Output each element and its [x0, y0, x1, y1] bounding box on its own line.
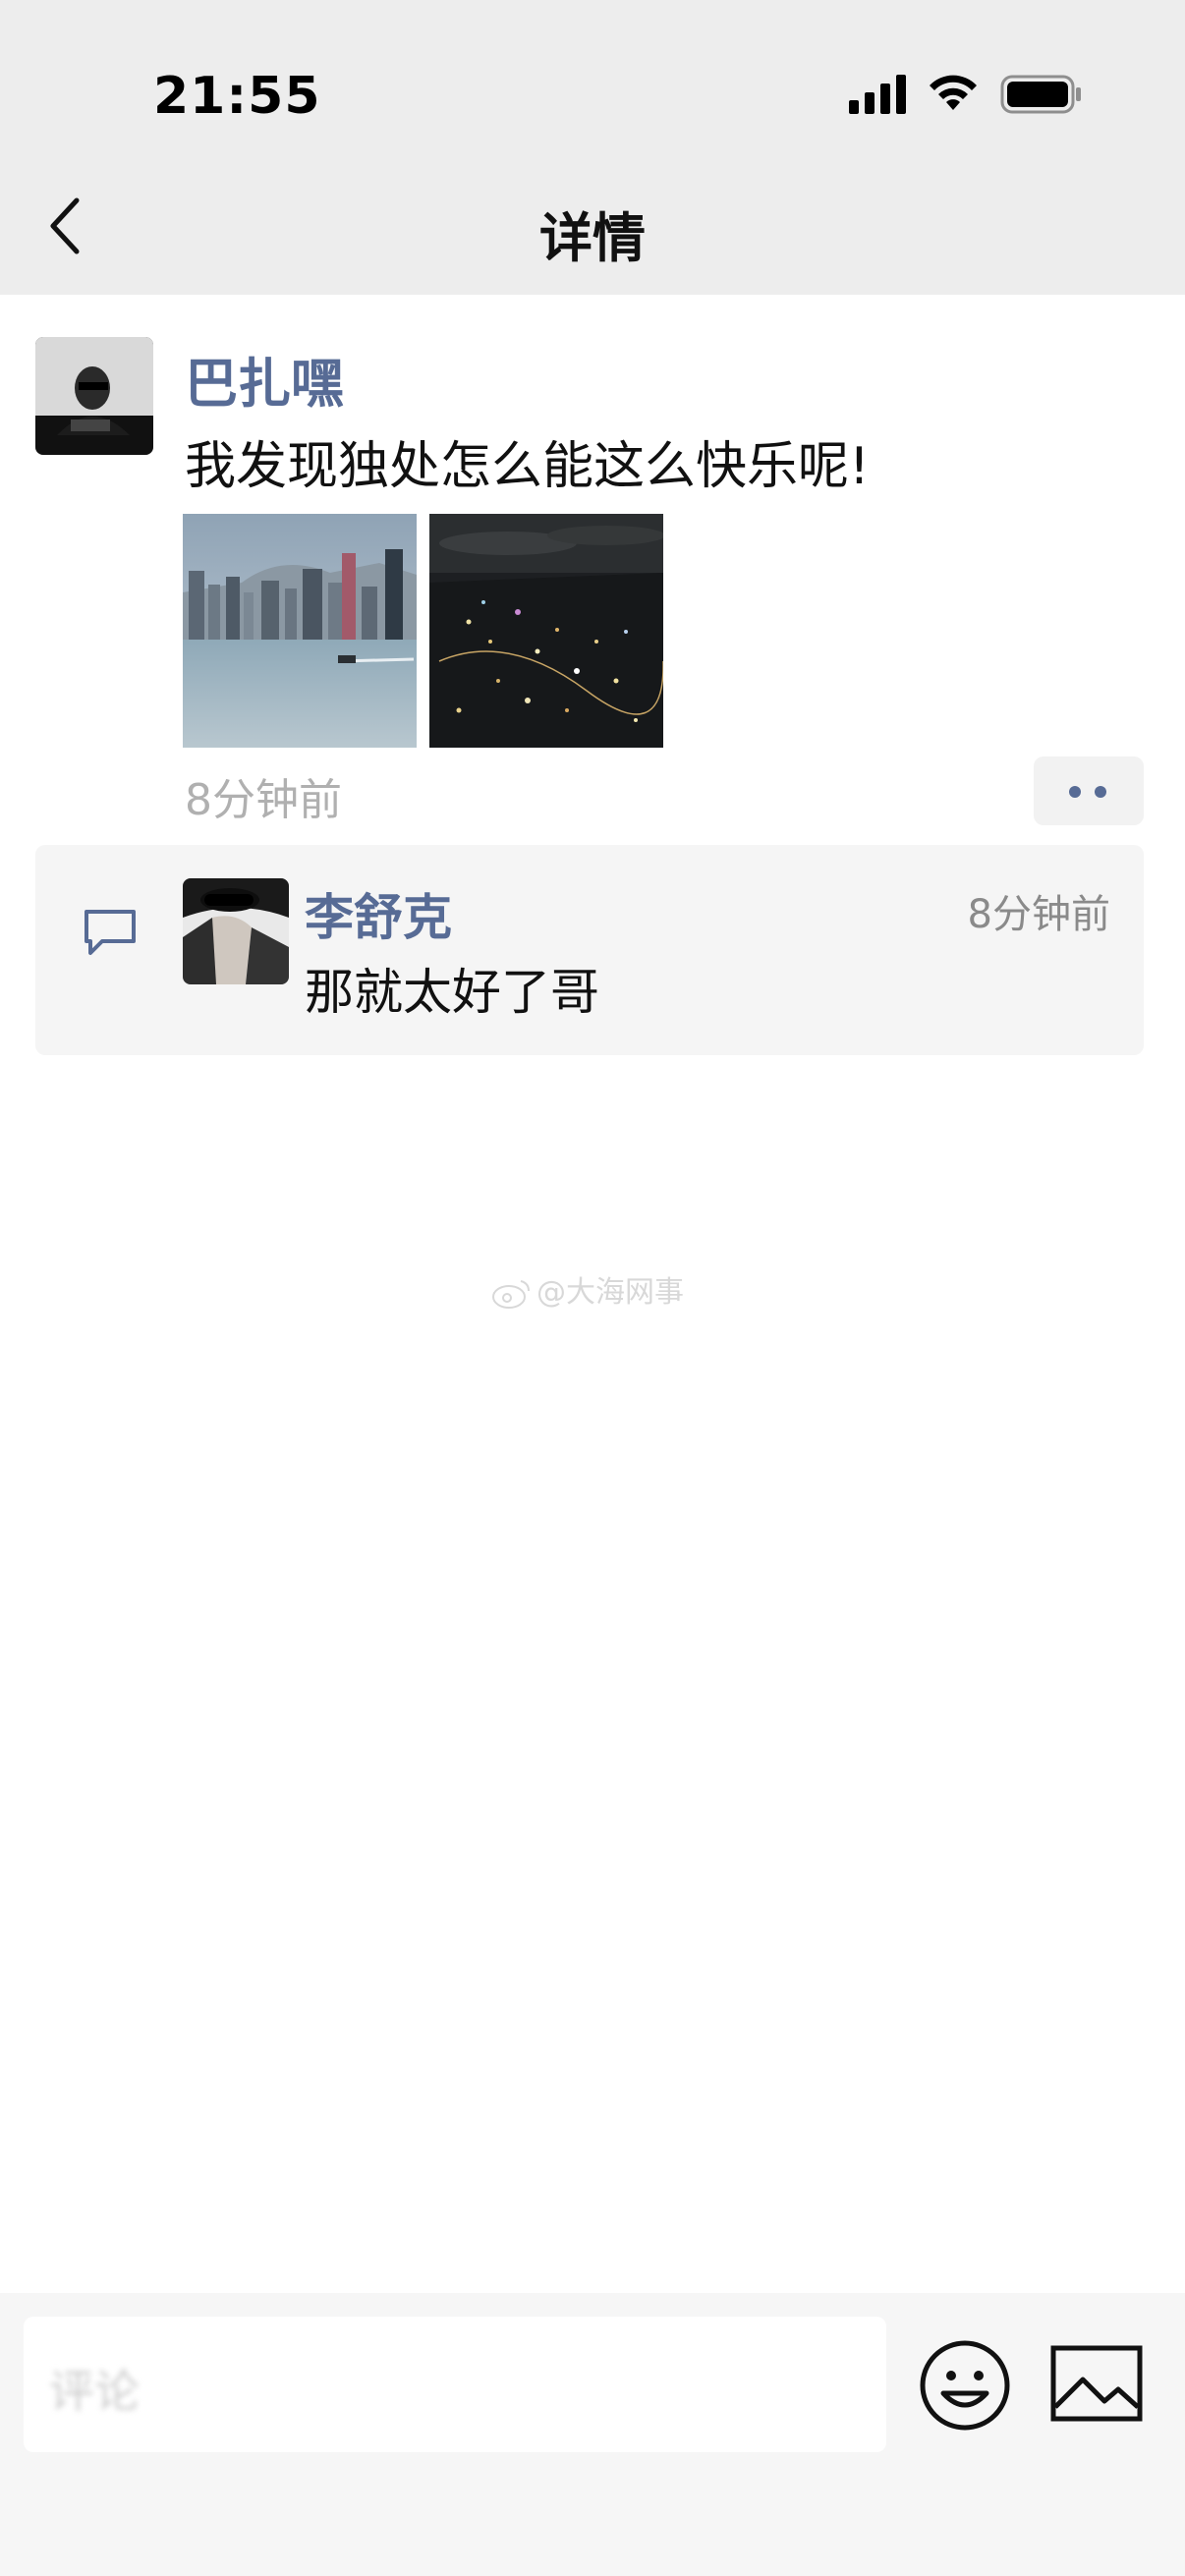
- post-image-2[interactable]: [429, 514, 663, 748]
- commenter-name[interactable]: 李舒克: [305, 878, 452, 949]
- post-text: 我发现独处怎么能这么快乐呢!: [185, 437, 870, 496]
- status-time: 21:55: [153, 67, 321, 126]
- weibo-icon: [492, 1279, 530, 1309]
- more-dots-icon: [1069, 786, 1081, 798]
- image-button[interactable]: [1049, 2342, 1144, 2427]
- comments-section: 李舒克 8分钟前 那就太好了哥: [35, 845, 1144, 1055]
- wifi-icon: [930, 75, 977, 110]
- nav-bar: 详情: [0, 157, 1185, 295]
- cellular-signal-icon: [849, 75, 906, 114]
- comment-input[interactable]: 评论: [24, 2317, 886, 2452]
- battery-icon: [1000, 75, 1081, 114]
- smiley-icon: [920, 2340, 1010, 2431]
- comment-input-bar: 评论: [0, 2293, 1185, 2576]
- commenter-avatar[interactable]: [183, 878, 289, 984]
- author-avatar[interactable]: [35, 337, 153, 455]
- comment-icon: [85, 910, 136, 955]
- watermark: @大海网事: [491, 1267, 684, 1311]
- more-dots-icon-dot: [1095, 786, 1106, 798]
- status-bar: 21:55: [0, 0, 1185, 157]
- comment-text[interactable]: 那就太好了哥: [305, 953, 599, 1024]
- watermark-text: @大海网事: [536, 1275, 684, 1310]
- more-actions-button[interactable]: [1034, 756, 1144, 825]
- post-image-1[interactable]: [183, 514, 417, 748]
- page-title: 详情: [539, 207, 646, 269]
- comment-input-placeholder: 评论: [49, 2365, 140, 2418]
- image-icon: [1050, 2345, 1143, 2422]
- emoji-button[interactable]: [918, 2338, 1012, 2433]
- detail-page: 21:55 详情 巴扎嘿 我发现独处怎么能这么快乐呢! 8分钟前 李舒克 8分钟…: [0, 0, 1185, 2576]
- post-author-name[interactable]: 巴扎嘿: [185, 340, 344, 418]
- post-time: 8分钟前: [185, 775, 342, 825]
- comment-time: 8分钟前: [967, 892, 1110, 937]
